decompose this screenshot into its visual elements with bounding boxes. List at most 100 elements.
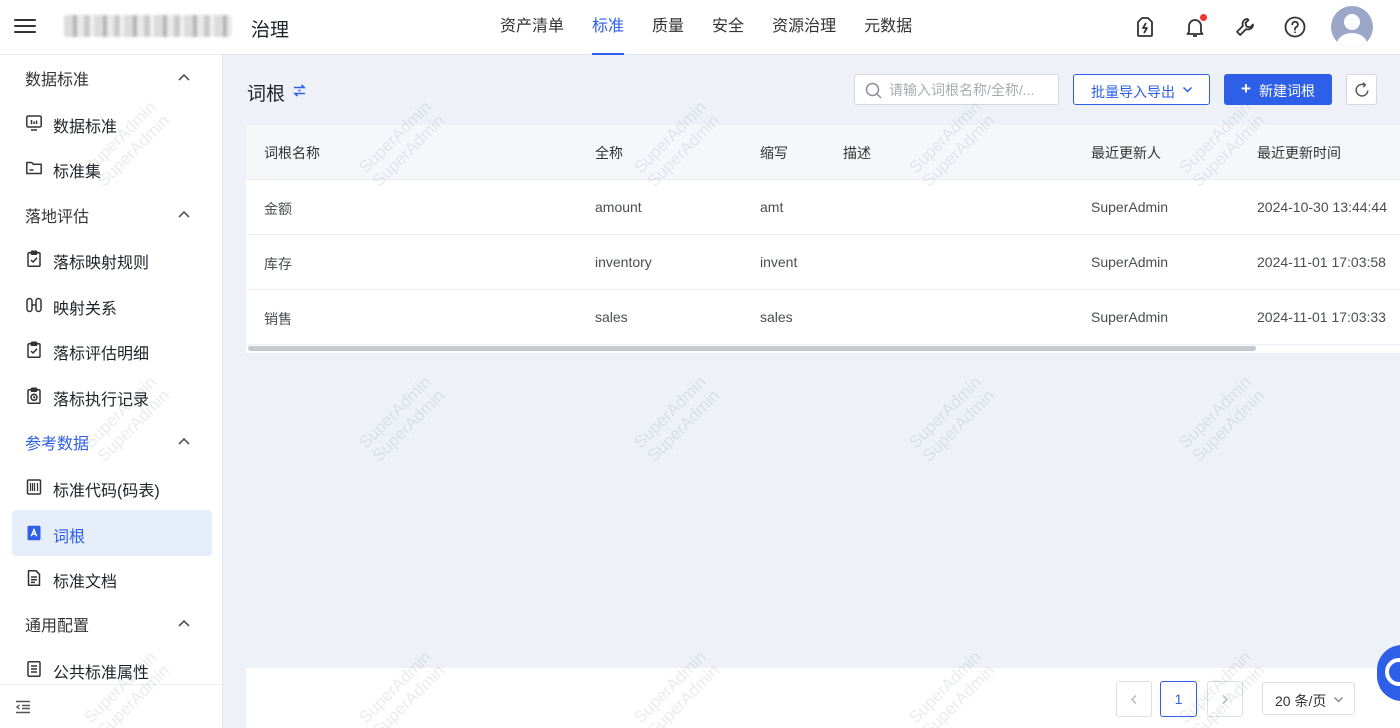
sidebar-item-assessment-details[interactable]: 落标评估明细: [12, 327, 212, 373]
refresh-button[interactable]: [1346, 74, 1377, 105]
next-page-button[interactable]: [1207, 681, 1243, 717]
nav-item-resource-governance[interactable]: 资源治理: [758, 0, 850, 55]
avatar[interactable]: [1331, 6, 1373, 48]
chevron-left-icon: [1130, 694, 1137, 705]
monitor-icon: [25, 114, 43, 132]
sidebar-item-label: 标准代码(码表): [53, 483, 160, 500]
column-header-root-name: 词根名称: [264, 145, 320, 161]
cell-full-name: inventory: [595, 254, 652, 270]
sidebar-group-data-standards[interactable]: 数据标准: [0, 55, 222, 99]
sidebar: 数据标准 数据标准 标准集 落地评估 落标映射规则 映射关系 落标评估明细 落标…: [0, 55, 223, 728]
chevron-up-icon: [178, 619, 190, 627]
bell-icon[interactable]: [1183, 14, 1207, 39]
prev-page-button[interactable]: [1116, 681, 1152, 717]
cell-updated-by: SuperAdmin: [1091, 254, 1169, 270]
sidebar-group-landing-assessment[interactable]: 落地评估: [0, 192, 222, 236]
sidebar-item-label: 标准文档: [53, 574, 118, 591]
wrench-icon[interactable]: [1233, 15, 1257, 39]
refresh-icon: [1355, 82, 1369, 97]
folder-icon: [25, 159, 43, 177]
list-icon: [25, 660, 43, 678]
document-icon: [25, 569, 43, 587]
cell-updated-by: SuperAdmin: [1091, 199, 1169, 215]
table-row[interactable]: 库存 inventory invent SuperAdmin 2024-11-0…: [246, 235, 1400, 290]
page-title: 词根: [247, 84, 286, 105]
search-input-box[interactable]: [854, 74, 1059, 105]
plus-icon: +: [1241, 79, 1251, 98]
chevron-up-icon: [178, 210, 190, 218]
chevron-right-icon: [1222, 694, 1229, 705]
watermark: SuperAdminSuperAdmin: [630, 372, 724, 466]
sidebar-item-data-standard[interactable]: 数据标准: [12, 100, 212, 146]
cell-full-name: sales: [595, 309, 628, 325]
sidebar-group-label: 参考数据: [25, 436, 90, 453]
sidebar-item-label: 落标执行记录: [53, 392, 150, 409]
collapse-sidebar-icon[interactable]: [14, 698, 32, 716]
nav-item-assets[interactable]: 资产清单: [486, 0, 578, 55]
nav-item-security[interactable]: 安全: [698, 0, 758, 55]
column-header-abbreviation: 缩写: [760, 145, 788, 161]
app-title: 治理: [251, 20, 290, 41]
sidebar-item-label: 词根: [53, 529, 86, 546]
chevron-up-icon: [178, 437, 190, 445]
new-word-root-label: 新建词根: [1259, 83, 1315, 99]
batch-import-export-button[interactable]: 批量导入导出: [1073, 74, 1210, 105]
assistant-icon: [1385, 658, 1400, 686]
mapping-icon: [25, 296, 43, 314]
battery-charge-icon[interactable]: [1133, 15, 1157, 39]
sidebar-item-word-root[interactable]: 词根: [12, 510, 212, 556]
cell-root-name: 库存: [264, 256, 292, 272]
column-header-updated-by: 最近更新人: [1091, 145, 1161, 161]
notification-dot: [1200, 14, 1207, 21]
sidebar-item-label: 数据标准: [53, 119, 118, 136]
watermark: SuperAdminSuperAdmin: [905, 372, 999, 466]
pagination-bar: 1 20 条/页: [246, 668, 1400, 728]
cell-abbreviation: amt: [760, 199, 784, 215]
cell-updated-time: 2024-11-01 17:03:58: [1257, 254, 1386, 270]
cell-abbreviation: invent: [760, 254, 798, 270]
search-icon: [865, 82, 882, 99]
chevron-up-icon: [178, 73, 190, 81]
new-word-root-button[interactable]: + 新建词根: [1224, 74, 1332, 105]
sidebar-group-general-config[interactable]: 通用配置: [0, 601, 222, 645]
clipboard-check-icon: [25, 341, 43, 359]
chevron-down-icon: [1334, 697, 1343, 703]
sidebar-item-label: 落标评估明细: [53, 346, 150, 363]
top-nav: 资产清单 标准 质量 安全 资源治理 元数据: [486, 0, 926, 55]
sidebar-item-standard-code[interactable]: 标准代码(码表): [12, 464, 212, 510]
column-header-description: 描述: [843, 145, 871, 161]
clipboard-clock-icon: [25, 387, 43, 405]
cell-root-name: 金额: [264, 201, 292, 217]
watermark: SuperAdminSuperAdmin: [355, 372, 449, 466]
sidebar-item-execution-records[interactable]: 落标执行记录: [12, 373, 212, 419]
help-icon[interactable]: [1283, 15, 1307, 39]
horizontal-scrollbar[interactable]: [248, 346, 1256, 351]
page-size-select[interactable]: 20 条/页: [1262, 682, 1355, 715]
sidebar-footer: [0, 684, 222, 728]
cell-abbreviation: sales: [760, 309, 793, 325]
barcode-icon: [25, 478, 43, 496]
sidebar-item-standard-set[interactable]: 标准集: [12, 145, 212, 191]
clipboard-check-icon: [25, 250, 43, 268]
menu-toggle-icon[interactable]: [14, 16, 36, 38]
nav-item-quality[interactable]: 质量: [638, 0, 698, 55]
nav-item-metadata[interactable]: 元数据: [850, 0, 926, 55]
sidebar-group-reference-data[interactable]: 参考数据: [0, 419, 222, 463]
column-header-full-name: 全称: [595, 145, 623, 161]
sidebar-item-label: 公共标准属性: [53, 665, 150, 682]
cell-updated-time: 2024-11-01 17:03:33: [1257, 309, 1386, 325]
sidebar-item-label: 映射关系: [53, 301, 118, 318]
search-input[interactable]: [889, 80, 1054, 100]
table-row[interactable]: 金额 amount amt SuperAdmin 2024-10-30 13:4…: [246, 180, 1400, 235]
table-header: 词根名称 全称 缩写 描述 最近更新人 最近更新时间: [246, 125, 1400, 180]
switch-icon[interactable]: [292, 83, 307, 98]
page-size-label: 20 条/页: [1275, 693, 1327, 709]
nav-item-standards[interactable]: 标准: [578, 0, 638, 55]
sidebar-item-standard-docs[interactable]: 标准文档: [12, 555, 212, 601]
table-row[interactable]: 销售 sales sales SuperAdmin 2024-11-01 17:…: [246, 290, 1400, 345]
sidebar-item-mapping-relations[interactable]: 映射关系: [12, 282, 212, 328]
sidebar-item-mapping-rules[interactable]: 落标映射规则: [12, 236, 212, 282]
page-number-current[interactable]: 1: [1160, 681, 1197, 717]
sidebar-group-label: 落地评估: [25, 209, 90, 226]
watermark: SuperAdminSuperAdmin: [1175, 372, 1269, 466]
